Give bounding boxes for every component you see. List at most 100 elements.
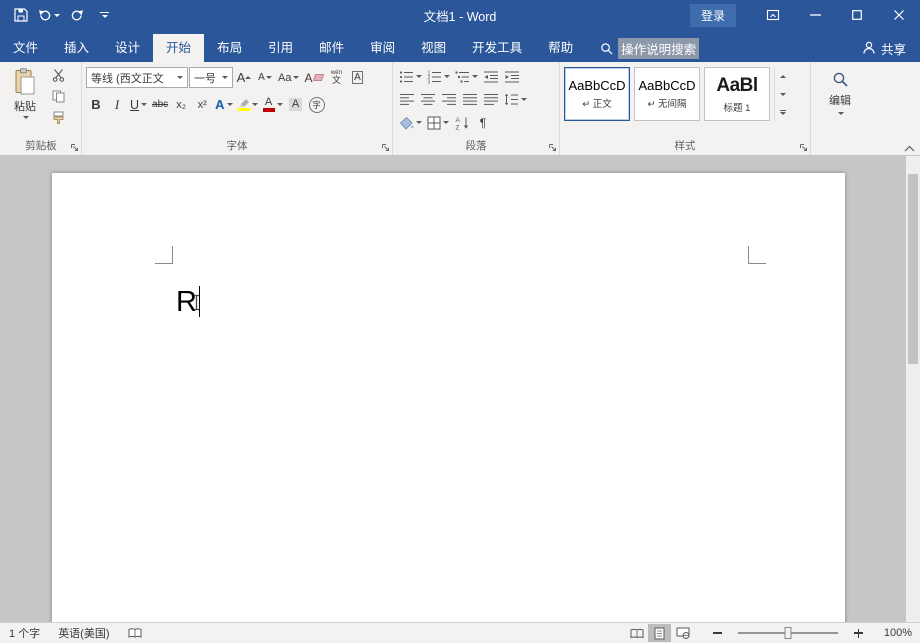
cut-button[interactable] [48,65,68,85]
language-status[interactable]: 英语(美国) [58,625,109,641]
editing-group[interactable]: 编辑 [811,62,869,155]
web-layout-button[interactable] [671,624,694,642]
document-page[interactable]: R [52,173,845,622]
align-center-button[interactable] [418,89,438,110]
scrollbar-thumb[interactable] [908,174,918,364]
vertical-scrollbar[interactable] [906,156,920,622]
undo-button[interactable] [36,3,61,27]
font-name-combo[interactable]: 等线 (西文正文 [86,67,188,88]
read-mode-icon [630,628,644,639]
style-heading-1[interactable]: AaBl 标题 1 [704,67,770,121]
print-layout-button[interactable] [648,624,671,642]
subscript-button[interactable]: x₂ [171,94,191,115]
align-left-button[interactable] [397,89,417,110]
justify-button[interactable] [460,89,480,110]
styles-scroll-down-button[interactable] [775,85,790,103]
read-mode-button[interactable] [625,624,648,642]
tab-developer[interactable]: 开发工具 [459,34,535,62]
svg-text:3: 3 [428,79,431,84]
tell-me-label: 操作说明搜索 [618,38,699,59]
tell-me-search[interactable]: 操作说明搜索 [600,34,699,62]
increase-indent-button[interactable] [502,66,522,87]
tab-view[interactable]: 视图 [408,34,459,62]
maximize-button[interactable] [836,0,878,30]
distribute-button[interactable] [481,89,501,110]
style-no-spacing[interactable]: AaBbCcD ↵ 无间隔 [634,67,700,121]
proofing-status-icon[interactable] [128,627,142,639]
tab-layout[interactable]: 布局 [204,34,255,62]
ribbon-display-options-button[interactable] [752,0,794,30]
character-border-button[interactable]: A [347,67,367,88]
zoom-out-button[interactable] [706,624,729,642]
sort-button[interactable]: A Z [452,112,472,133]
character-shading-button[interactable]: A [286,94,306,115]
phonetic-guide-button[interactable]: wén 文 [326,67,346,88]
tab-help[interactable]: 帮助 [535,34,586,62]
close-button[interactable] [878,0,920,30]
document-area[interactable]: R [0,156,920,622]
copy-icon [52,90,65,103]
tab-mailings[interactable]: 邮件 [306,34,357,62]
styles-scroll-up-button[interactable] [775,67,790,85]
decrease-indent-button[interactable] [481,66,501,87]
show-formatting-marks-button[interactable]: ¶ [473,112,493,133]
change-case-button[interactable]: Aa [276,67,301,88]
customize-qat-button[interactable] [92,3,117,27]
align-right-button[interactable] [439,89,459,110]
minimize-button[interactable] [794,0,836,30]
tab-home[interactable]: 开始 [153,34,204,62]
tab-references[interactable]: 引用 [255,34,306,62]
bullets-button[interactable] [397,66,424,87]
tab-file[interactable]: 文件 [0,34,51,62]
styles-group-label: 样式 [564,139,806,155]
zoom-slider-thumb[interactable] [785,627,792,639]
undo-icon [38,9,54,21]
line-spacing-button[interactable] [502,89,529,110]
style-normal[interactable]: AaBbCcD ↵ 正文 [564,67,630,121]
save-button[interactable] [8,3,33,27]
highlight-icon [238,98,250,112]
italic-button[interactable]: I [107,94,127,115]
underline-button[interactable]: U [128,94,149,115]
save-icon [14,8,28,22]
highlight-color-button[interactable] [236,94,260,115]
superscript-button[interactable]: x² [192,94,212,115]
enclose-characters-button[interactable]: 字 [307,94,327,115]
copy-button[interactable] [48,86,68,106]
shrink-font-button[interactable]: A [255,67,275,88]
styles-more-button[interactable] [775,103,790,121]
paragraph-dialog-launcher[interactable] [548,143,557,152]
sign-in-button[interactable]: 登录 [690,4,736,27]
clipboard-dialog-launcher[interactable] [70,143,79,152]
paste-button[interactable]: 粘贴 [5,65,45,132]
redo-button[interactable] [64,3,89,27]
format-painter-button[interactable] [48,107,68,127]
style-name: ↵ 无间隔 [647,96,686,110]
font-dialog-launcher[interactable] [381,143,390,152]
tab-insert[interactable]: 插入 [51,34,102,62]
zoom-slider[interactable] [738,632,838,634]
borders-button[interactable] [425,112,451,133]
word-count-status[interactable]: 1 个字 [9,625,40,641]
font-size-combo[interactable]: 一号 [189,67,233,88]
close-icon [894,10,904,20]
tab-design[interactable]: 设计 [102,34,153,62]
styles-dialog-launcher[interactable] [799,143,808,152]
collapse-ribbon-button[interactable] [904,145,915,152]
numbering-button[interactable]: 1 2 3 [425,66,452,87]
font-group-label: 字体 [86,139,388,155]
text-effects-button[interactable]: A [213,94,234,115]
tab-review[interactable]: 审阅 [357,34,408,62]
zoom-level[interactable]: 100% [880,627,912,639]
bold-button[interactable]: B [86,94,106,115]
zoom-in-button[interactable] [847,624,870,642]
font-color-button[interactable]: A [261,94,285,115]
share-label: 共享 [881,39,906,58]
style-name: 标题 1 [724,100,751,114]
shading-button[interactable] [397,112,424,133]
clear-formatting-button[interactable]: A [302,67,325,88]
share-button[interactable]: 共享 [862,34,920,62]
multilevel-list-button[interactable] [453,66,480,87]
strikethrough-button[interactable]: abc [150,94,170,115]
grow-font-button[interactable]: A [234,67,254,88]
